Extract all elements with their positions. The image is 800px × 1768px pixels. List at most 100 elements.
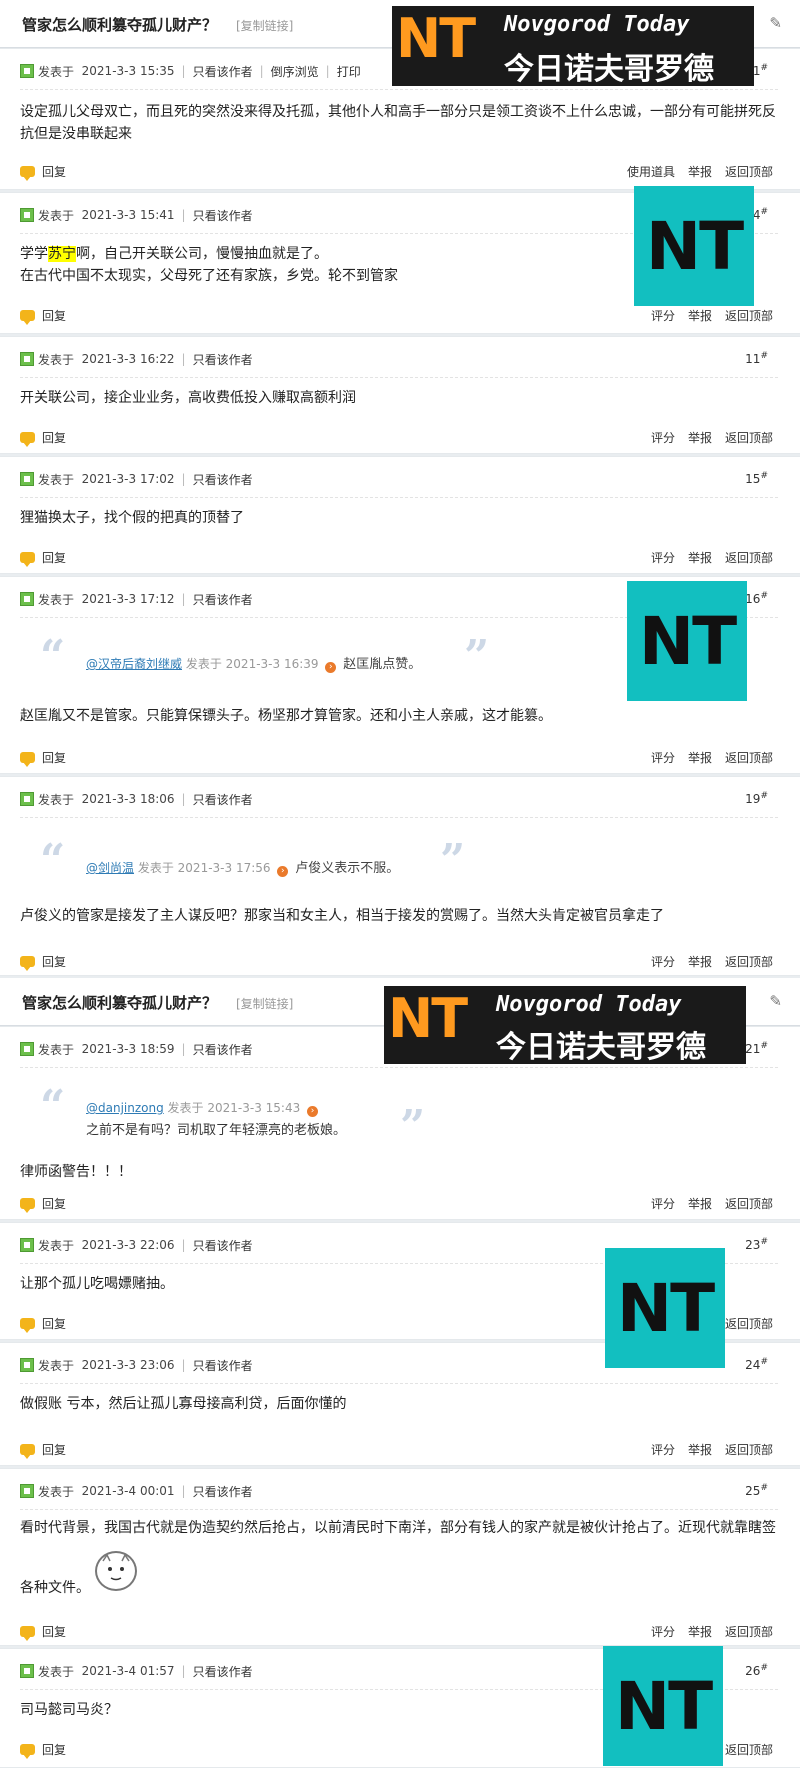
report-link[interactable]: 举报 — [688, 429, 712, 446]
reply-button[interactable]: 回复 — [20, 953, 66, 971]
goto-quote-icon[interactable]: › — [325, 662, 337, 673]
floor-number[interactable]: 1# — [753, 63, 768, 78]
rate-link[interactable]: 评分 — [651, 1623, 675, 1640]
floor-number[interactable]: 21# — [745, 1041, 768, 1056]
back-to-top-link[interactable]: 返回顶部 — [725, 1623, 773, 1640]
rate-link[interactable]: 评分 — [651, 549, 675, 566]
reply-button[interactable]: 回复 — [20, 429, 66, 447]
back-to-top-link[interactable]: 返回顶部 — [725, 1195, 773, 1212]
post-meta: 发表于 2021-3-3 15:35 | 只看该作者 | 倒序浏览 | 打印 — [20, 61, 361, 81]
post-meta: 发表于 2021-3-3 22:06 | 只看该作者 — [20, 1235, 253, 1255]
only-author-link[interactable]: 只看该作者 — [193, 1483, 253, 1500]
reply-icon — [20, 752, 35, 767]
floor-number[interactable]: 19# — [745, 791, 768, 806]
reply-button[interactable]: 回复 — [20, 1195, 66, 1213]
back-to-top-link[interactable]: 返回顶部 — [725, 429, 773, 446]
watermark-banner: NT Novgorod Today 今日诺夫哥罗德 — [392, 6, 754, 87]
report-link[interactable]: 举报 — [688, 1623, 712, 1640]
watermark-english: Novgorod Today — [496, 992, 682, 1017]
post-time: 2021-3-3 15:35 — [81, 64, 175, 78]
only-author-link[interactable]: 只看该作者 — [193, 207, 253, 224]
only-author-link[interactable]: 只看该作者 — [193, 351, 253, 368]
online-status-icon — [20, 352, 34, 366]
report-link[interactable]: 举报 — [688, 307, 712, 324]
quote-user-link[interactable]: @汉帝后裔刘继威 — [86, 657, 182, 671]
reply-button[interactable]: 回复 — [20, 1441, 66, 1459]
only-author-link[interactable]: 只看该作者 — [193, 1663, 253, 1680]
only-author-link[interactable]: 只看该作者 — [193, 1041, 253, 1058]
reverse-order-link[interactable]: 倒序浏览 — [271, 63, 319, 80]
reply-button[interactable]: 回复 — [20, 1623, 66, 1641]
back-to-top-link[interactable]: 返回顶部 — [725, 749, 773, 766]
back-to-top-link[interactable]: 返回顶部 — [725, 953, 773, 970]
thread-title: 管家怎么顺利篡夺孤儿财产？ — [22, 16, 218, 34]
print-link[interactable]: 打印 — [337, 63, 361, 80]
edit-pen-icon[interactable]: ✎ — [769, 992, 782, 1010]
online-status-icon — [20, 64, 34, 78]
watermark-square: NT — [603, 1646, 723, 1766]
report-link[interactable]: 举报 — [688, 1441, 712, 1458]
back-to-top-link[interactable]: 返回顶部 — [725, 1315, 773, 1332]
only-author-link[interactable]: 只看该作者 — [193, 63, 253, 80]
rate-link[interactable]: 评分 — [651, 307, 675, 324]
rate-link[interactable]: 评分 — [651, 429, 675, 446]
rate-link[interactable]: 评分 — [651, 1195, 675, 1212]
floor-number[interactable]: 25# — [745, 1483, 768, 1498]
reply-button[interactable]: 回复 — [20, 549, 66, 567]
report-link[interactable]: 举报 — [688, 749, 712, 766]
only-author-link[interactable]: 只看该作者 — [193, 591, 253, 608]
watermark-nt-logo: NT — [396, 7, 476, 70]
floor-number[interactable]: 24# — [745, 1357, 768, 1372]
floor-number[interactable]: 23# — [745, 1237, 768, 1252]
report-link[interactable]: 举报 — [688, 549, 712, 566]
quote-user-link[interactable]: @danjinzong — [86, 1101, 164, 1115]
goto-quote-icon[interactable]: › — [277, 866, 289, 877]
rate-link[interactable]: 评分 — [651, 953, 675, 970]
floor-number[interactable]: 15# — [745, 471, 768, 486]
rate-link[interactable]: 评分 — [651, 749, 675, 766]
reply-icon — [20, 1744, 35, 1759]
quote-time: 发表于 2021-3-3 16:39 — [185, 657, 319, 671]
floor-number[interactable]: 4# — [753, 207, 768, 222]
only-author-link[interactable]: 只看该作者 — [193, 791, 253, 808]
post-meta: 发表于 2021-3-3 17:02 | 只看该作者 — [20, 469, 253, 489]
use-tool-link[interactable]: 使用道具 — [627, 163, 675, 180]
floor-number[interactable]: 26# — [745, 1663, 768, 1678]
quote-text: 卢俊义表示不服。 — [295, 861, 400, 876]
goto-quote-icon[interactable]: › — [307, 1106, 319, 1117]
only-author-link[interactable]: 只看该作者 — [193, 1237, 253, 1254]
post-footer: 回复 评分 举报 返回顶部 — [0, 749, 800, 771]
online-status-icon — [20, 208, 34, 222]
post: 发表于 2021-3-3 18:06 | 只看该作者 19# “ @剑尚温 发表于… — [0, 776, 800, 976]
close-quote-icon: ” — [440, 835, 466, 886]
back-to-top-link[interactable]: 返回顶部 — [725, 163, 773, 180]
report-link[interactable]: 举报 — [688, 953, 712, 970]
reply-icon — [20, 310, 35, 325]
rate-link[interactable]: 评分 — [651, 1441, 675, 1458]
report-link[interactable]: 举报 — [688, 1195, 712, 1212]
reply-button[interactable]: 回复 — [20, 163, 66, 181]
highlighted-keyword[interactable]: 苏宁 — [48, 246, 76, 262]
only-author-link[interactable]: 只看该作者 — [193, 1357, 253, 1374]
quote-user-link[interactable]: @剑尚温 — [86, 861, 134, 875]
reply-button[interactable]: 回复 — [20, 1741, 66, 1759]
copy-link[interactable]: [复制链接] — [236, 17, 293, 34]
only-author-link[interactable]: 只看该作者 — [193, 471, 253, 488]
post-time: 2021-3-3 18:59 — [81, 1042, 175, 1056]
reply-icon — [20, 1318, 35, 1333]
report-link[interactable]: 举报 — [688, 163, 712, 180]
copy-link[interactable]: [复制链接] — [236, 995, 293, 1012]
back-to-top-link[interactable]: 返回顶部 — [725, 307, 773, 324]
floor-number[interactable]: 11# — [745, 351, 768, 366]
back-to-top-link[interactable]: 返回顶部 — [725, 549, 773, 566]
edit-pen-icon[interactable]: ✎ — [769, 14, 782, 32]
reply-button[interactable]: 回复 — [20, 307, 66, 325]
post-meta: 发表于 2021-3-4 00:01 | 只看该作者 — [20, 1481, 253, 1501]
back-to-top-link[interactable]: 返回顶部 — [725, 1741, 773, 1758]
floor-number[interactable]: 16# — [745, 591, 768, 606]
online-status-icon — [20, 1358, 34, 1372]
back-to-top-link[interactable]: 返回顶部 — [725, 1441, 773, 1458]
reply-button[interactable]: 回复 — [20, 1315, 66, 1333]
quote-block: “ @剑尚温 发表于 2021-3-3 17:56 › 卢俊义表示不服。 ” — [40, 835, 480, 891]
reply-button[interactable]: 回复 — [20, 749, 66, 767]
